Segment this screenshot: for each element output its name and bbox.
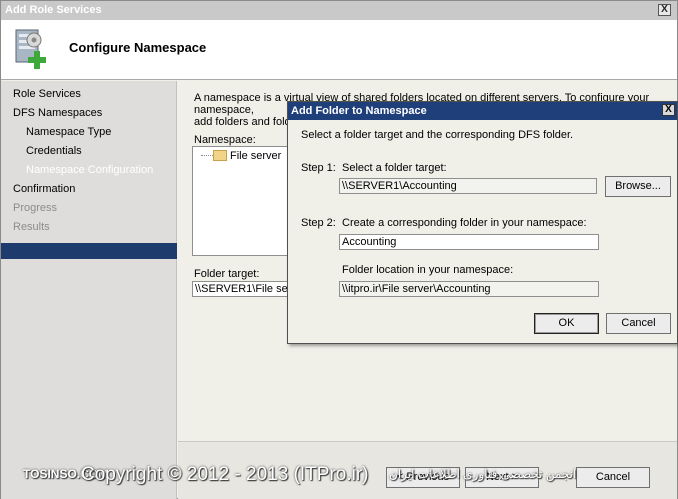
namespace-label: Namespace: (194, 134, 256, 146)
location-label: Folder location in your namespace: (342, 264, 514, 276)
folder-target-label: Folder target: (194, 268, 260, 280)
tree-connector-line (201, 155, 213, 156)
wizard-nav: Role Services DFS Namespaces Namespace T… (1, 81, 177, 499)
dialog-close-button[interactable]: X (662, 104, 675, 116)
page-title: Configure Namespace (69, 40, 207, 55)
namespace-tree[interactable]: File server (192, 146, 290, 256)
nav-item-confirmation[interactable]: Confirmation (13, 183, 75, 195)
nav-item-results: Results (13, 221, 50, 233)
folder-location-field: \\itpro.ir\File server\Accounting (339, 281, 599, 297)
copyright-watermark: TOSINSO.COM Copyright © 2012 - 2013 (ITP… (1, 464, 678, 486)
window-titlebar: Add Role Services X (1, 1, 677, 20)
window-title: Add Role Services (5, 4, 102, 16)
folder-target-field[interactable]: \\SERVER1\File server (192, 281, 290, 297)
nav-item-progress: Progress (13, 202, 58, 214)
watermark-persian: انجمن تخصصی فناوری اطلاعات ایران (389, 467, 577, 481)
step2-label: Step 2: (301, 217, 336, 229)
folder-icon (213, 150, 227, 161)
nav-item-namespace-type[interactable]: Namespace Type (26, 126, 111, 138)
step1-label: Step 1: (301, 162, 336, 174)
window-close-button[interactable]: X (658, 4, 671, 16)
server-add-role-icon (15, 29, 46, 69)
add-folder-dialog: Add Folder to Namespace X Select a folde… (287, 101, 678, 344)
step2-text: Create a corresponding folder in your na… (342, 217, 587, 229)
tree-item-file-server[interactable]: File server (230, 150, 281, 162)
dialog-titlebar: Add Folder to Namespace X (288, 102, 677, 120)
dialog-title: Add Folder to Namespace (291, 105, 427, 117)
folder-target-input[interactable]: \\SERVER1\Accounting (339, 178, 597, 194)
nav-item-role-services[interactable]: Role Services (13, 88, 81, 100)
dialog-cancel-button[interactable]: Cancel (606, 313, 671, 334)
nav-selection-highlight (1, 243, 177, 259)
nav-item-namespace-configuration[interactable]: Namespace Configuration (26, 164, 153, 176)
watermark-copyright: Copyright © 2012 - 2013 (ITPro.ir) (81, 464, 369, 485)
step1-text: Select a folder target: (342, 162, 447, 174)
browse-button[interactable]: Browse... (605, 176, 671, 197)
dialog-intro: Select a folder target and the correspon… (301, 129, 574, 141)
nav-item-dfs-namespaces[interactable]: DFS Namespaces (13, 107, 102, 119)
wizard-header: Configure Namespace (1, 20, 677, 80)
ok-button[interactable]: OK (534, 313, 599, 334)
folder-name-input[interactable]: Accounting (339, 234, 599, 250)
nav-item-credentials[interactable]: Credentials (26, 145, 82, 157)
